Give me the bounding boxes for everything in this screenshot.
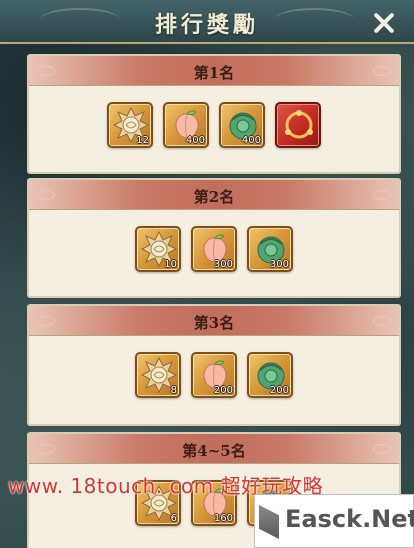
reward-item-peach[interactable]: 400: [163, 102, 209, 148]
reward-items: 12 400 400: [29, 102, 399, 148]
title-bar: 排行獎勵: [0, 0, 414, 44]
item-count: 300: [213, 259, 233, 270]
item-count: 10: [164, 259, 177, 270]
section-header: 第1名: [29, 56, 399, 86]
section-title: 第4~5名: [182, 442, 246, 460]
close-button[interactable]: [368, 8, 400, 38]
item-count: 300: [269, 259, 289, 270]
reward-item-sun-medal[interactable]: 8: [135, 352, 181, 398]
rank-section-3: 第3名 8 200 200: [27, 304, 401, 426]
ornament-icon: [373, 444, 391, 454]
reward-item-golden-ring[interactable]: [275, 102, 321, 148]
section-header: 第2名: [29, 180, 399, 210]
badge-logo-icon: [259, 505, 279, 539]
item-count: 400: [241, 135, 261, 146]
item-count: 200: [269, 385, 289, 396]
reward-item-jade-token[interactable]: 400: [219, 102, 265, 148]
item-count: 6: [170, 513, 177, 524]
reward-item-peach[interactable]: 200: [191, 352, 237, 398]
reward-item-sun-medal[interactable]: 12: [107, 102, 153, 148]
item-count: 8: [170, 385, 177, 396]
item-count: 400: [185, 135, 205, 146]
section-header: 第4~5名: [29, 434, 399, 464]
item-count: 160: [213, 513, 233, 524]
ornament-icon: [373, 316, 391, 326]
ornament-icon: [373, 66, 391, 76]
section-title: 第1名: [193, 64, 235, 82]
rank-section-2: 第2名 10 300 300: [27, 178, 401, 298]
item-count: 200: [213, 385, 233, 396]
section-header: 第3名: [29, 306, 399, 336]
rank-section-1: 第1名 12 400 400: [27, 54, 401, 174]
golden-ring-icon: [285, 110, 313, 139]
reward-item-jade-token[interactable]: 300: [247, 226, 293, 272]
reward-item-sun-medal[interactable]: 10: [135, 226, 181, 272]
section-title: 第2名: [193, 188, 235, 206]
reward-items: 10 300 300: [29, 226, 399, 272]
ornament-icon: [373, 190, 391, 200]
reward-items: 8 200 200: [29, 352, 399, 398]
reward-item-jade-token[interactable]: 200: [247, 352, 293, 398]
item-count: 12: [136, 135, 149, 146]
site-badge: Easck.Net: [254, 494, 414, 548]
section-title: 第3名: [193, 314, 235, 332]
page-title: 排行獎勵: [154, 12, 259, 38]
badge-text: Easck.Net: [285, 505, 414, 533]
reward-item-peach[interactable]: 300: [191, 226, 237, 272]
